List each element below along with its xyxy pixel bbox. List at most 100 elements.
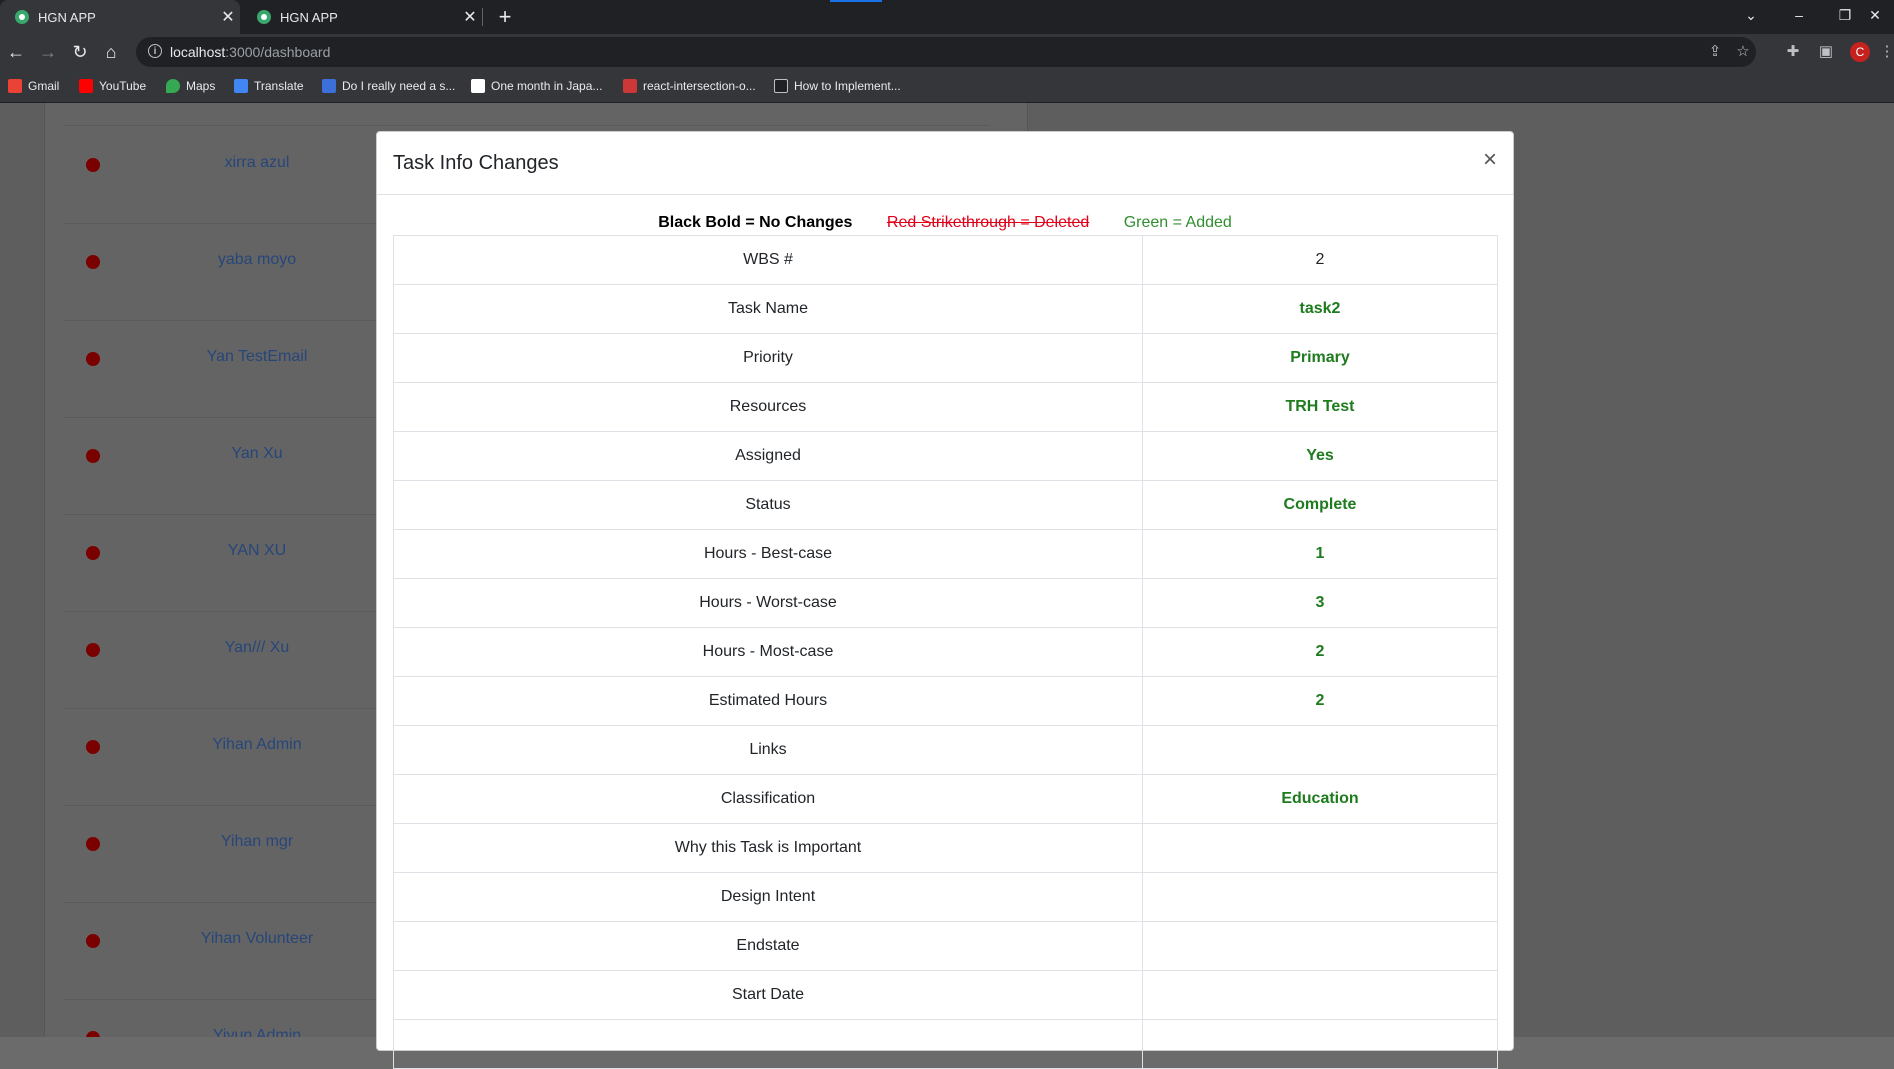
- field-value: [1142, 823, 1498, 873]
- table-row: Resources TRH Test: [393, 382, 1498, 432]
- bookmark-label: Gmail: [28, 79, 60, 93]
- field-value: [1142, 921, 1498, 971]
- bookmark-japan[interactable]: One month in Japa...: [471, 78, 602, 94]
- status-dot: [86, 740, 100, 754]
- field-value: Yes: [1142, 431, 1498, 481]
- field-label: Resources: [393, 382, 1143, 432]
- user-name-link[interactable]: Yan Xu: [150, 445, 364, 463]
- user-name-link[interactable]: Yihan Volunteer: [150, 930, 364, 948]
- url-path: :3000/dashboard: [225, 44, 331, 60]
- field-value: 3: [1142, 578, 1498, 628]
- field-value: 1: [1142, 529, 1498, 579]
- field-label: Start Date: [393, 970, 1143, 1020]
- browser-toolbar: ← → ↻ ⌂ i localhost:3000/dashboard ⇪ ☆ ✚…: [0, 34, 1894, 70]
- field-value: [1142, 1019, 1498, 1069]
- bookmark-article[interactable]: Do I really need a s...: [322, 78, 455, 94]
- user-name-link[interactable]: Yiyun Admin: [150, 1027, 364, 1037]
- status-dot: [86, 158, 100, 172]
- table-row: Start Date: [393, 970, 1498, 1020]
- site-info-icon[interactable]: i: [148, 44, 162, 58]
- back-icon[interactable]: ←: [4, 40, 28, 64]
- table-row: Hours - Worst-case 3: [393, 578, 1498, 628]
- page-icon: [471, 79, 485, 93]
- user-name-link[interactable]: Yihan Admin: [150, 736, 364, 754]
- status-dot: [86, 934, 100, 948]
- bookmark-how-to[interactable]: How to Implement...: [774, 78, 901, 94]
- reload-icon[interactable]: ↻: [68, 40, 92, 64]
- table-row: Status Complete: [393, 480, 1498, 530]
- legend-added: Green = Added: [1123, 214, 1232, 231]
- table-row: Links: [393, 725, 1498, 775]
- tab-search-icon[interactable]: ⌄: [1728, 0, 1774, 30]
- legend-deleted: Red Strikethrough = Deleted: [886, 214, 1090, 231]
- bookmark-youtube[interactable]: YouTube: [79, 78, 146, 94]
- change-legend: Black Bold = No Changes Red Strikethroug…: [377, 214, 1513, 232]
- forward-icon[interactable]: →: [36, 40, 60, 64]
- bookmark-star-icon[interactable]: ☆: [1734, 43, 1752, 61]
- user-name-link[interactable]: Yihan mgr: [150, 833, 364, 851]
- url-text: localhost:3000/dashboard: [170, 44, 330, 60]
- task-info-changes-modal: Task Info Changes × Black Bold = No Chan…: [376, 131, 1514, 1069]
- table-row: Classification Education: [393, 774, 1498, 824]
- tab-title: HGN APP: [280, 9, 338, 25]
- share-icon[interactable]: ⇪: [1706, 43, 1724, 61]
- field-value: 2: [1142, 676, 1498, 726]
- bookmark-label: react-intersection-o...: [643, 79, 756, 93]
- user-name-link[interactable]: yaba moyo: [150, 251, 364, 269]
- profile-avatar[interactable]: C: [1850, 42, 1870, 62]
- table-row: Estimated Hours 2: [393, 676, 1498, 726]
- table-row: Why this Task is Important: [393, 823, 1498, 873]
- status-dot: [86, 837, 100, 851]
- field-value: [1142, 970, 1498, 1020]
- maps-icon: [166, 79, 180, 93]
- side-panel-icon[interactable]: ▣: [1817, 43, 1835, 61]
- tab-close-icon[interactable]: ✕: [458, 7, 482, 27]
- table-row: WBS #2: [393, 235, 1498, 285]
- field-label: Links: [393, 725, 1143, 775]
- user-name-link[interactable]: YAN XU: [150, 542, 364, 560]
- field-label: Endstate: [393, 921, 1143, 971]
- bookmark-translate[interactable]: Translate: [234, 78, 304, 94]
- hgn-favicon-icon: [257, 10, 271, 24]
- table-row: Hours - Most-case 2: [393, 627, 1498, 677]
- field-value: [1142, 872, 1498, 922]
- bookmark-label: Translate: [254, 79, 304, 93]
- field-label: Hours - Most-case: [393, 627, 1143, 677]
- field-label: Hours - Worst-case: [393, 578, 1143, 628]
- field-label: Classification: [393, 774, 1143, 824]
- table-row: Hours - Best-case 1: [393, 529, 1498, 579]
- address-bar[interactable]: i localhost:3000/dashboard ⇪ ☆: [136, 37, 1756, 67]
- user-name-link[interactable]: Yan/// Xu: [150, 639, 364, 657]
- bookmark-maps[interactable]: Maps: [166, 78, 215, 94]
- user-name-link[interactable]: xirra azul: [150, 154, 364, 172]
- field-label: Priority: [393, 333, 1143, 383]
- legend-no-changes: Black Bold = No Changes: [658, 214, 853, 231]
- new-tab-button[interactable]: +: [492, 4, 518, 30]
- bookmark-label: Maps: [186, 79, 216, 93]
- browser-tab-bar: HGN APP ✕ HGN APP ✕ + ⌄ – ❐ ✕: [0, 0, 1894, 34]
- browser-tab[interactable]: HGN APP ✕: [242, 0, 482, 34]
- bookmark-label: YouTube: [99, 79, 147, 93]
- menu-kebab-icon[interactable]: ⋮: [1878, 43, 1894, 61]
- field-label: WBS #: [393, 235, 1143, 285]
- site-icon: [322, 79, 336, 93]
- bookmarks-bar: Gmail YouTube Maps Translate Do I really…: [0, 70, 1894, 103]
- home-icon[interactable]: ⌂: [99, 40, 123, 64]
- translate-icon: [234, 79, 248, 93]
- user-name-link[interactable]: Yan TestEmail: [150, 348, 364, 366]
- close-icon[interactable]: ×: [1483, 146, 1497, 174]
- bookmark-npm[interactable]: react-intersection-o...: [623, 78, 756, 94]
- field-value: 2: [1142, 627, 1498, 677]
- field-value: Primary: [1142, 333, 1498, 383]
- table-row: [393, 1019, 1498, 1069]
- bookmark-gmail[interactable]: Gmail: [8, 78, 59, 94]
- minimize-button[interactable]: –: [1776, 0, 1822, 30]
- close-window-button[interactable]: ✕: [1852, 0, 1894, 30]
- field-label: Design Intent: [393, 872, 1143, 922]
- field-value: 2: [1142, 235, 1498, 285]
- browser-tab[interactable]: HGN APP ✕: [0, 0, 240, 34]
- table-row: Priority Primary: [393, 333, 1498, 383]
- extensions-icon[interactable]: ✚: [1784, 43, 1802, 61]
- status-dot: [86, 643, 100, 657]
- tab-close-icon[interactable]: ✕: [216, 7, 240, 27]
